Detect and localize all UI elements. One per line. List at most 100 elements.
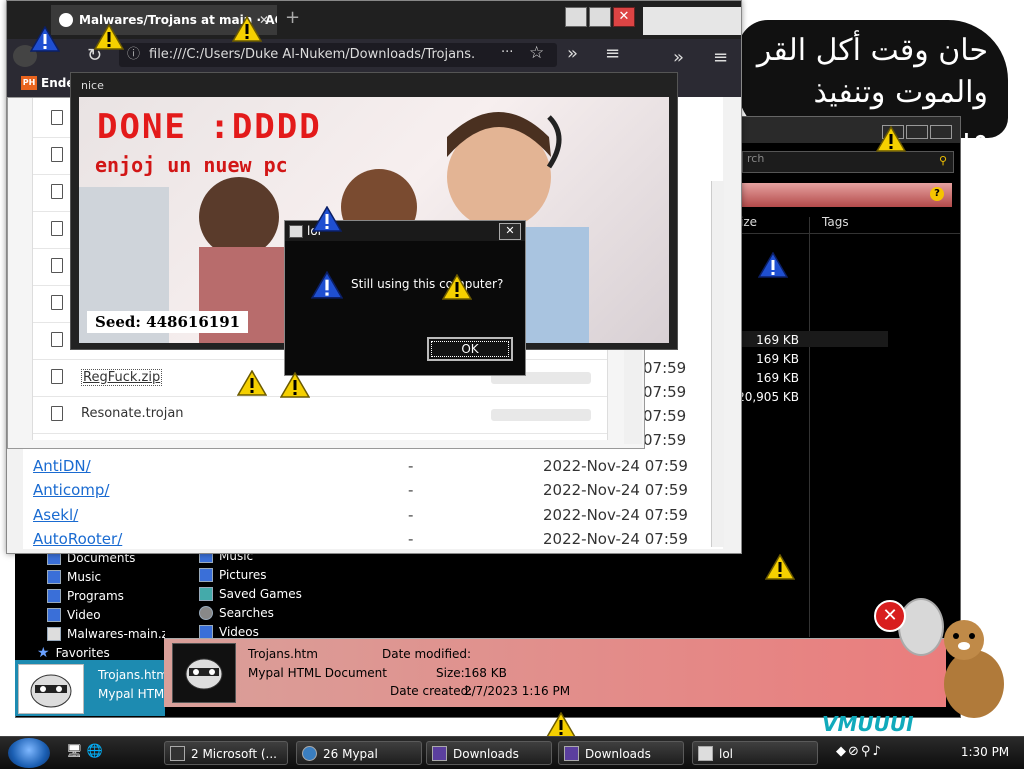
volume-icon[interactable]: ♪ bbox=[872, 744, 882, 759]
taskbar-button[interactable]: 26 Mypal bbox=[296, 741, 422, 765]
info-icon[interactable]: ⓘ bbox=[127, 43, 140, 67]
ok-button[interactable]: OK bbox=[427, 337, 513, 361]
nav-item-video[interactable]: Video bbox=[47, 605, 101, 624]
date-cell: 2022-Nov-24 07:59 bbox=[543, 481, 688, 499]
arabic-line-1: حان وقت أكل القر bbox=[756, 33, 988, 68]
dialog-message: Still using this computer? bbox=[351, 277, 504, 291]
close-button[interactable]: ✕ bbox=[613, 7, 635, 27]
close-button[interactable] bbox=[930, 125, 952, 139]
nav-item-music[interactable]: Music bbox=[47, 567, 101, 586]
second-window-titlebar bbox=[643, 7, 741, 35]
quick-launch-icons[interactable]: 🖥 🌐 bbox=[66, 744, 103, 759]
taskbar-button[interactable]: lol bbox=[692, 741, 818, 765]
dialog-close-button[interactable]: ✕ bbox=[499, 223, 521, 240]
warning-icon bbox=[765, 554, 795, 580]
warning-icon bbox=[94, 24, 124, 50]
tray-icon[interactable]: ⊘ bbox=[848, 744, 861, 759]
search-icon[interactable]: ⚲ bbox=[939, 154, 947, 167]
page-actions-icon[interactable]: ··· bbox=[501, 45, 513, 60]
table-row[interactable]: Asekl/ - 2022-Nov-24 07:59 bbox=[23, 506, 713, 530]
menu-icon[interactable]: ≡ bbox=[713, 47, 728, 68]
file-icon bbox=[51, 258, 63, 273]
star-icon: ★ bbox=[37, 644, 50, 661]
warning-icon bbox=[546, 712, 576, 738]
taskbar-button-label: lol bbox=[719, 747, 734, 761]
error-icon: ✕ bbox=[874, 600, 906, 632]
warning-icon bbox=[311, 271, 343, 299]
folder-link[interactable]: AntiDN/ bbox=[33, 457, 91, 475]
size-cell: - bbox=[408, 457, 414, 475]
image-window-title: nice bbox=[81, 79, 104, 92]
folder-link[interactable]: Asekl/ bbox=[33, 506, 78, 524]
folder-link[interactable]: Anticomp/ bbox=[33, 481, 109, 499]
quick-launch-icon[interactable]: 🖥 bbox=[66, 744, 83, 759]
overflow-icon[interactable]: » bbox=[567, 43, 578, 64]
mypal-icon bbox=[302, 746, 317, 761]
nav-label: Searches bbox=[219, 605, 274, 620]
tray-icon[interactable]: ⚲ bbox=[861, 744, 873, 759]
date-cell: 07:59 bbox=[643, 431, 687, 449]
folder-link[interactable]: AutoRooter/ bbox=[33, 530, 122, 548]
nav-item-saved-games[interactable]: Saved Games bbox=[199, 584, 302, 603]
programs-icon bbox=[47, 588, 61, 603]
column-size[interactable]: ize bbox=[740, 215, 757, 229]
tray-icon[interactable]: ◆ bbox=[836, 744, 848, 759]
quick-launch-icon[interactable]: 🌐 bbox=[87, 744, 103, 759]
nav-item-pictures[interactable]: Pictures bbox=[199, 565, 267, 584]
list-item[interactable]: Resonate.trojan bbox=[33, 396, 607, 434]
nav-item-programs[interactable]: Programs bbox=[47, 586, 124, 605]
address-bar[interactable]: ⓘ file:///C:/Users/Duke Al-Nukem/Downloa… bbox=[119, 43, 557, 67]
file-name[interactable]: RegFuck.zip bbox=[81, 369, 163, 386]
folder-icon bbox=[432, 746, 447, 761]
size-cell: - bbox=[408, 481, 414, 499]
scrollbar[interactable] bbox=[711, 181, 724, 547]
maximize-button[interactable] bbox=[906, 125, 928, 139]
clock[interactable]: 1:30 PM bbox=[950, 737, 1020, 767]
new-tab-button[interactable]: + bbox=[285, 7, 300, 28]
start-button[interactable] bbox=[8, 738, 50, 768]
search-input[interactable]: rch ⚲ bbox=[742, 151, 954, 173]
url-text: file:///C:/Users/Duke Al-Nukem/Downloads… bbox=[149, 47, 476, 62]
warning-icon bbox=[280, 372, 310, 398]
table-row[interactable]: AntiDN/ - 2022-Nov-24 07:59 bbox=[23, 457, 713, 481]
column-divider bbox=[809, 217, 810, 637]
warning-icon bbox=[232, 16, 262, 42]
help-icon[interactable]: ? bbox=[930, 187, 944, 201]
error-stack: ✕ bbox=[874, 598, 944, 658]
date-cell: 2022-Nov-24 07:59 bbox=[543, 530, 688, 548]
nav-label: Malwares-main.z bbox=[67, 626, 168, 641]
bookmark-favicon-icon: PH bbox=[21, 76, 37, 90]
strip-subtitle: Mypal HTM bbox=[98, 687, 165, 701]
file-icon bbox=[51, 110, 63, 125]
cmd-icon bbox=[170, 746, 185, 761]
nav-label: Videos bbox=[219, 624, 259, 639]
column-tags[interactable]: Tags bbox=[822, 215, 849, 229]
detail-modified-label: Date modified: bbox=[382, 647, 472, 661]
minimize-button[interactable] bbox=[565, 7, 587, 27]
message-dialog[interactable]: lol ✕ Still using this computer? OK bbox=[284, 220, 526, 376]
taskbar-button-label: 2 Microsoft (... bbox=[191, 747, 277, 761]
saved-games-icon bbox=[199, 586, 213, 601]
strip-title: Trojans.htm bbox=[98, 668, 168, 682]
taskbar-button[interactable]: Downloads bbox=[558, 741, 684, 765]
maximize-button[interactable] bbox=[589, 7, 611, 27]
table-row[interactable]: Anticomp/ - 2022-Nov-24 07:59 bbox=[23, 481, 713, 505]
taskbar-button[interactable]: 2 Microsoft (... bbox=[164, 741, 288, 765]
overflow-icon[interactable]: » bbox=[673, 47, 684, 68]
search-placeholder: rch bbox=[747, 152, 765, 165]
nav-item-searches[interactable]: Searches bbox=[199, 603, 274, 622]
system-tray[interactable]: ◆⊘⚲♪ bbox=[836, 744, 883, 759]
menu-icon[interactable]: ≡ bbox=[605, 43, 620, 64]
size-cell: - bbox=[408, 506, 414, 524]
raccoon-file-icon bbox=[18, 664, 84, 714]
date-cell: 2022-Nov-24 07:59 bbox=[543, 457, 688, 475]
nav-item-malwares-zip[interactable]: Malwares-main.z bbox=[47, 624, 168, 643]
navigation-pane-folders[interactable]: Music Pictures Saved Games Searches Vide… bbox=[165, 546, 325, 639]
bookmark-star-icon[interactable]: ☆ bbox=[529, 43, 544, 63]
nav-label: Pictures bbox=[219, 567, 267, 582]
taskbar-button[interactable]: Downloads bbox=[426, 741, 552, 765]
date-cell: 07:59 bbox=[643, 359, 687, 377]
navigation-pane[interactable]: Documents Music Programs Video Malwares-… bbox=[15, 540, 168, 664]
seed-label: Seed: 448616191 bbox=[87, 311, 249, 333]
table-row[interactable]: AutoRooter/ - 2022-Nov-24 07:59 bbox=[23, 530, 713, 554]
